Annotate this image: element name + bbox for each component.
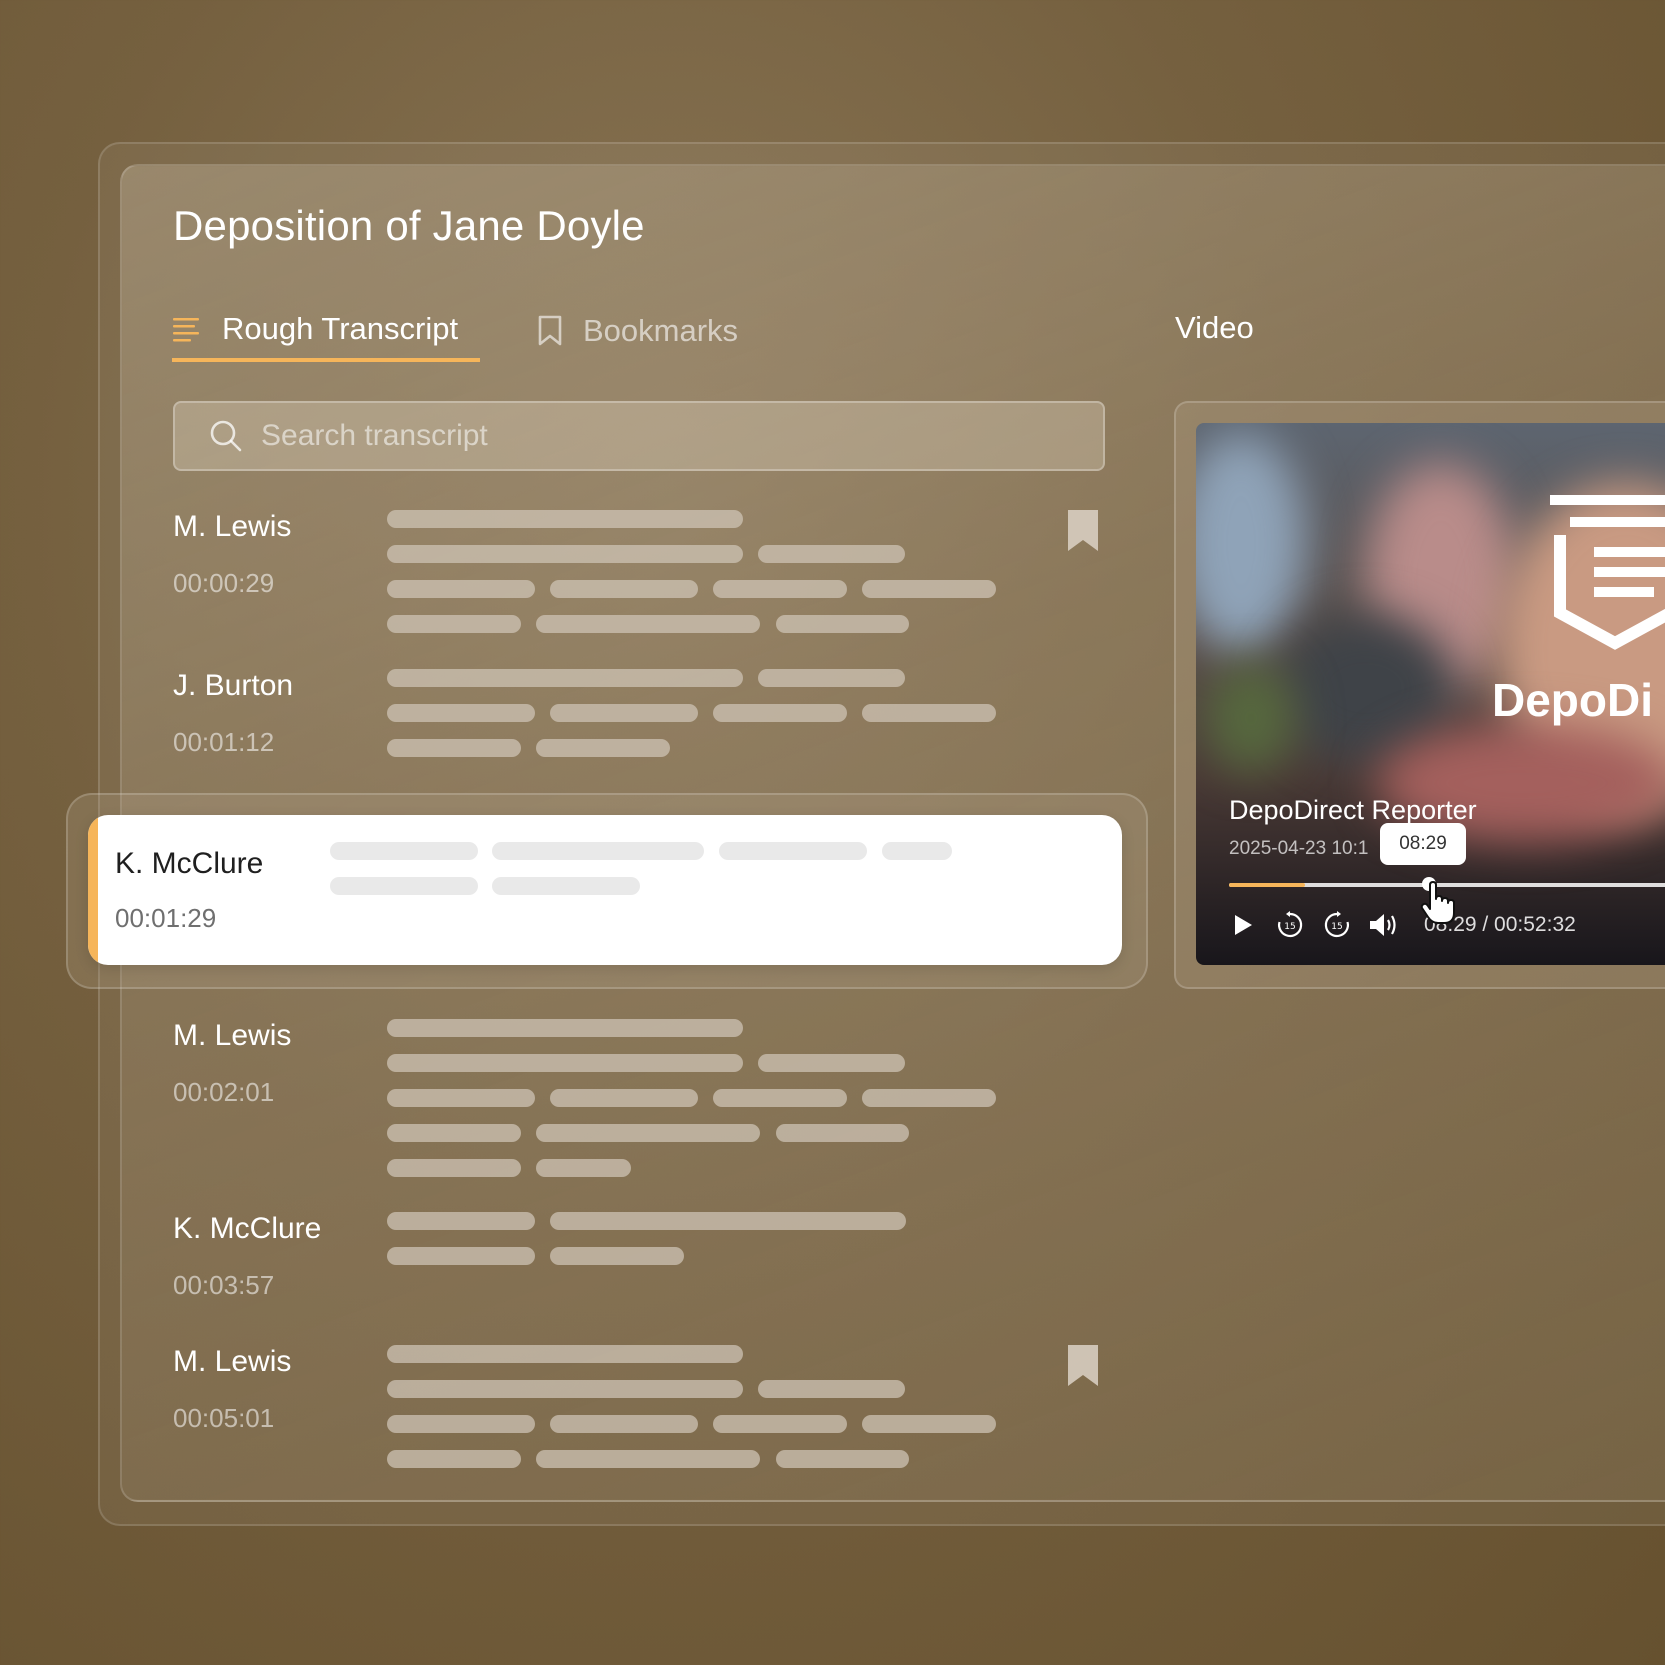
text-placeholder-line (387, 1247, 535, 1265)
text-placeholder-line (758, 1380, 905, 1398)
timestamp[interactable]: 00:00:29 (173, 568, 274, 599)
text-placeholder-line (387, 1159, 521, 1177)
svg-text:15: 15 (1284, 922, 1295, 932)
text-placeholder-line (758, 1054, 905, 1072)
text-placeholder-line (550, 1212, 906, 1230)
text-placeholder-line (330, 842, 478, 860)
text-placeholder-line (387, 1054, 743, 1072)
text-placeholder-line (713, 704, 847, 722)
text-placeholder-line (550, 1089, 698, 1107)
tab-label: Bookmarks (583, 313, 739, 348)
text-placeholder-line (387, 704, 535, 722)
timestamp[interactable]: 00:01:12 (173, 727, 274, 758)
transcript-entry[interactable]: M. Lewis 00:05:01 (173, 1345, 1113, 1475)
tab-rough-transcript[interactable]: Rough Transcript (172, 300, 480, 362)
text-placeholder-line (536, 1450, 760, 1468)
pointer-hand-cursor-icon (1420, 881, 1456, 925)
text-placeholder-line (713, 1415, 847, 1433)
text-placeholder-line (758, 545, 905, 563)
text-placeholder-line (862, 1089, 996, 1107)
brand-name: DepoDi (1492, 674, 1653, 726)
video-section-label: Video (1175, 310, 1254, 345)
text-placeholder-line (387, 580, 535, 598)
text-placeholder-line (387, 1450, 521, 1468)
page-title: Deposition of Jane Doyle (173, 202, 645, 249)
svg-text:15: 15 (1331, 922, 1342, 932)
timestamp[interactable]: 00:03:57 (173, 1270, 274, 1301)
text-placeholder-line (387, 1124, 521, 1142)
text-placeholder-line (862, 580, 996, 598)
text-placeholder-line (536, 1124, 760, 1142)
tab-label: Rough Transcript (222, 311, 459, 346)
active-accent-bar (88, 815, 98, 965)
text-placeholder-line (492, 842, 704, 860)
forward-15-icon[interactable]: 15 (1320, 908, 1354, 942)
tab-bookmarks[interactable]: Bookmarks (537, 305, 738, 357)
active-transcript-entry[interactable]: K. McClure 00:01:29 (88, 815, 1122, 965)
text-placeholder-line (776, 1450, 909, 1468)
timestamp[interactable]: 00:05:01 (173, 1403, 274, 1434)
timestamp[interactable]: 00:02:01 (173, 1077, 274, 1108)
bookmark-filled-icon[interactable] (1067, 1345, 1099, 1387)
text-placeholder-line (492, 877, 640, 895)
search-icon (209, 419, 243, 453)
transcript-entry[interactable]: K. McClure 00:03:57 (173, 1212, 1113, 1302)
text-placeholder-line (330, 877, 478, 895)
volume-icon[interactable] (1367, 908, 1401, 942)
rewind-15-icon[interactable]: 15 (1273, 908, 1307, 942)
text-placeholder-line (387, 615, 521, 633)
progress-fill (1229, 883, 1305, 887)
text-placeholder-line (550, 1415, 698, 1433)
text-placeholder-line (536, 1159, 631, 1177)
video-date: 2025-04-23 10:1 (1229, 838, 1369, 859)
text-placeholder-line (719, 842, 867, 860)
text-placeholder-line (550, 704, 698, 722)
text-placeholder-line (387, 545, 743, 563)
text-placeholder-line (882, 842, 952, 860)
text-placeholder-line (387, 1345, 743, 1363)
transcript-entry[interactable]: M. Lewis 00:02:01 (173, 1019, 1113, 1177)
bookmark-filled-icon[interactable] (1067, 510, 1099, 552)
bookmark-outline-icon (537, 315, 563, 347)
speaker-name: K. McClure (173, 1212, 322, 1245)
play-icon[interactable] (1226, 908, 1260, 942)
text-placeholder-line (776, 615, 909, 633)
text-placeholder-line (387, 739, 521, 757)
video-background (1206, 663, 1296, 773)
search-input[interactable] (259, 418, 1063, 454)
scrub-tooltip: 08:29 (1380, 823, 1466, 865)
text-placeholder-line (713, 1089, 847, 1107)
text-placeholder-line (550, 1247, 684, 1265)
text-placeholder-line (776, 1124, 909, 1142)
text-placeholder-line (862, 1415, 996, 1433)
speaker-name: J. Burton (173, 669, 294, 702)
speaker-name: M. Lewis (173, 1345, 292, 1378)
text-placeholder-line (862, 704, 996, 722)
text-placeholder-line (387, 669, 743, 687)
depodirect-logo-icon (1550, 495, 1665, 655)
text-placeholder-line (536, 739, 670, 757)
transcript-entry[interactable]: J. Burton 00:01:12 (173, 669, 1113, 757)
text-placeholder-line (536, 615, 760, 633)
text-placeholder-line (387, 1089, 535, 1107)
text-placeholder-line (550, 580, 698, 598)
text-placeholder-line (713, 580, 847, 598)
speaker-name: M. Lewis (173, 1019, 292, 1052)
transcript-lines-icon (172, 315, 200, 343)
text-placeholder-line (387, 1380, 743, 1398)
video-player[interactable]: DepoDi DepoDirect Reporter 2025-04-23 10… (1196, 423, 1665, 965)
text-placeholder-line (387, 1415, 535, 1433)
search-box[interactable] (173, 401, 1105, 471)
text-placeholder-line (387, 1019, 743, 1037)
timestamp[interactable]: 00:01:29 (115, 903, 216, 934)
transcript-entry[interactable]: M. Lewis 00:00:29 (173, 510, 1113, 640)
speaker-name: K. McClure (115, 847, 264, 880)
text-placeholder-line (387, 510, 743, 528)
video-background (1196, 433, 1306, 653)
text-placeholder-line (758, 669, 905, 687)
video-reporter-name: DepoDirect Reporter (1229, 795, 1477, 825)
text-placeholder-line (387, 1212, 535, 1230)
speaker-name: M. Lewis (173, 510, 292, 543)
